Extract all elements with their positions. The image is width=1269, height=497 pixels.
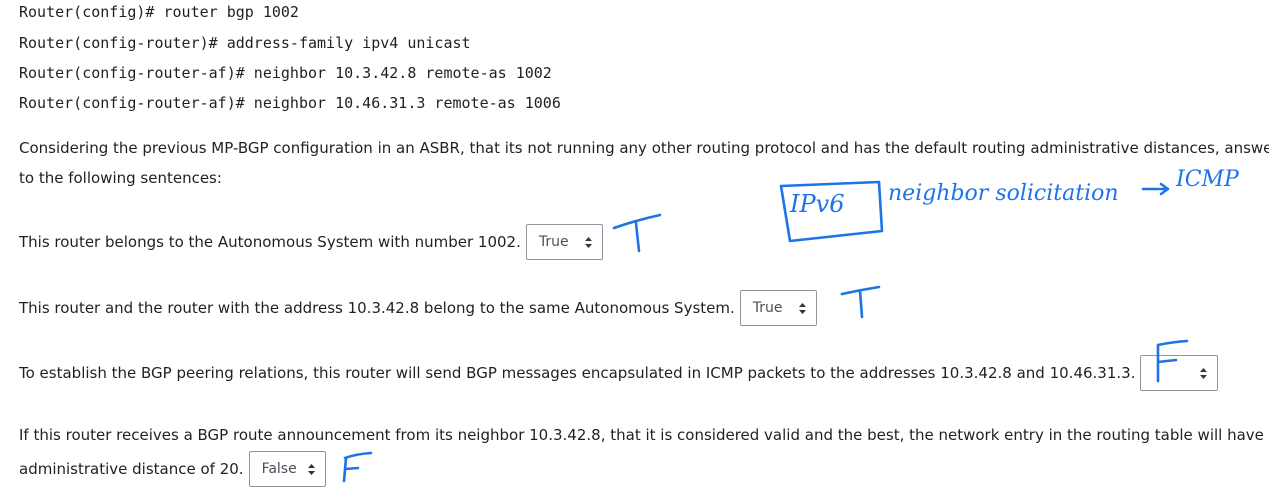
answer-select-3[interactable] [1140, 355, 1219, 391]
up-down-caret-icon [584, 236, 592, 248]
question-4-text: administrative distance of 20. [19, 460, 244, 478]
answer-select-1-value: True [538, 234, 569, 250]
answer-mark-4 [342, 451, 373, 483]
question-4-line-1: If this router receives a BGP route anno… [19, 426, 1264, 444]
up-down-caret-icon [798, 302, 806, 314]
answer-mark-2 [840, 285, 881, 319]
handwritten-ipv6: IPv6 [790, 190, 845, 218]
intro-line-1: Considering the previous MP-BGP configur… [19, 139, 1269, 157]
question-2: This router and the router with the addr… [19, 290, 817, 326]
question-4: administrative distance of 20. False [19, 451, 326, 487]
code-line-2: Router(config-router)# address-family ip… [19, 34, 471, 52]
handwritten-neighbor-solicitation: neighbor solicitation [888, 181, 1119, 206]
code-line-3: Router(config-router-af)# neighbor 10.3.… [19, 64, 552, 82]
question-1: This router belongs to the Autonomous Sy… [19, 224, 603, 260]
question-3: To establish the BGP peering relations, … [19, 355, 1219, 391]
intro-line-2: to the following sentences: [19, 169, 222, 187]
answer-select-2[interactable]: True [739, 290, 817, 326]
answer-mark-1 [612, 213, 662, 253]
code-line-1: Router(config)# router bgp 1002 [19, 3, 299, 21]
code-line-4: Router(config-router-af)# neighbor 10.46… [19, 94, 561, 112]
arrow-icon [1141, 182, 1170, 196]
question-1-text: This router belongs to the Autonomous Sy… [19, 233, 521, 251]
answer-select-4[interactable]: False [248, 451, 326, 487]
answer-select-1[interactable]: True [525, 224, 603, 260]
up-down-caret-icon [307, 463, 315, 475]
question-3-text: To establish the BGP peering relations, … [19, 364, 1136, 382]
handwritten-icmp: ICMP [1176, 167, 1239, 192]
up-down-caret-icon [1200, 367, 1208, 379]
answer-select-2-value: True [752, 300, 783, 316]
answer-select-4-value: False [261, 461, 297, 477]
question-2-text: This router and the router with the addr… [19, 299, 735, 317]
